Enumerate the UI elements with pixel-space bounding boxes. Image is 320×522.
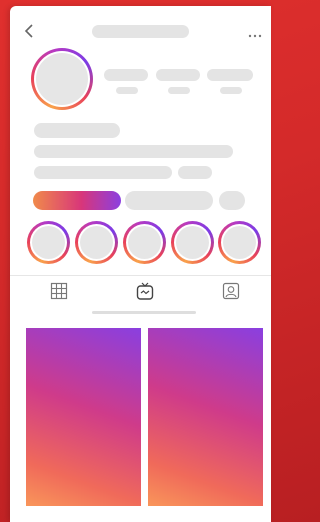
tagged-icon[interactable] [222, 282, 240, 300]
video-tile[interactable] [148, 328, 263, 506]
bio-line-placeholder [34, 145, 233, 158]
back-chevron-icon[interactable] [24, 24, 34, 38]
followers-label-placeholder [168, 87, 190, 94]
more-icon[interactable] [248, 26, 262, 38]
igtv-icon[interactable] [136, 281, 154, 300]
message-button[interactable] [125, 191, 213, 210]
avatar-image-placeholder [36, 53, 88, 105]
story-highlight[interactable] [27, 221, 70, 264]
tabbar-divider [10, 275, 271, 276]
follow-button[interactable] [33, 191, 121, 210]
following-label-placeholder [220, 87, 242, 94]
grid-icon[interactable] [50, 282, 68, 300]
active-tab-indicator [92, 311, 196, 314]
story-highlight[interactable] [218, 221, 261, 264]
story-highlight[interactable] [171, 221, 214, 264]
story-highlight[interactable] [75, 221, 118, 264]
bio-link-placeholder[interactable] [178, 166, 212, 179]
suggested-button[interactable] [219, 191, 245, 210]
video-tile[interactable] [26, 328, 141, 506]
username-placeholder [92, 25, 189, 38]
following-count-placeholder[interactable] [207, 69, 253, 81]
profile-card [10, 6, 271, 522]
followers-count-placeholder[interactable] [156, 69, 200, 81]
story-highlight[interactable] [123, 221, 166, 264]
posts-count-placeholder [104, 69, 148, 81]
avatar[interactable] [31, 48, 93, 110]
posts-label-placeholder [116, 87, 138, 94]
display-name-placeholder [34, 123, 120, 138]
bio-line-placeholder [34, 166, 172, 179]
